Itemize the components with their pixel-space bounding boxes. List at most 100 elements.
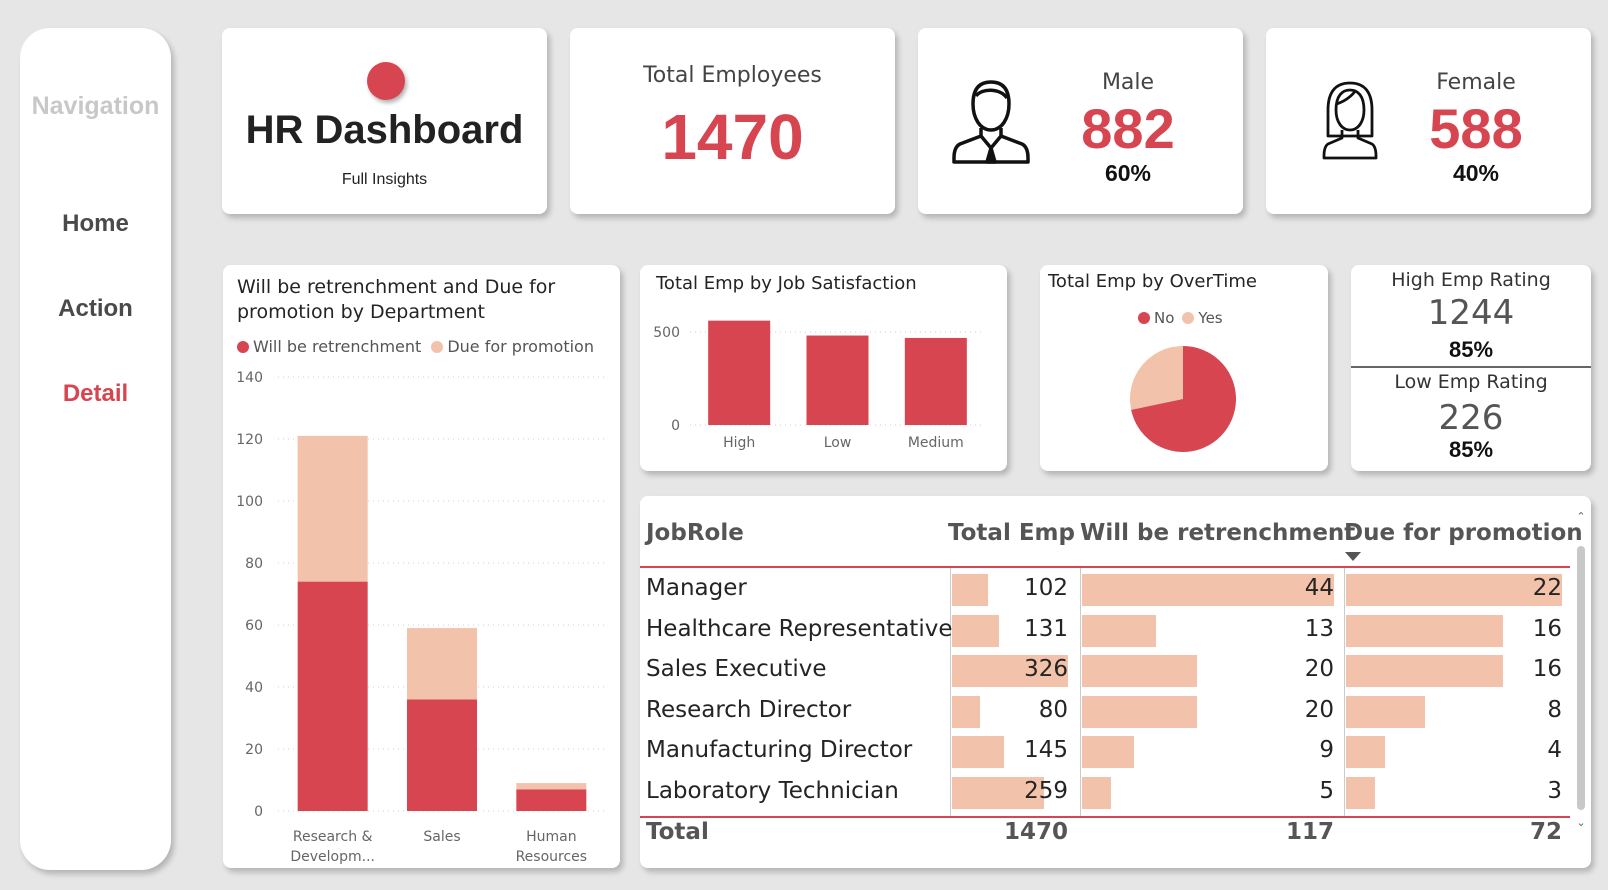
y-tick-label: 40 <box>245 680 263 696</box>
high-rating-label: High Emp Rating <box>1391 269 1551 291</box>
low-rating-percent: 85% <box>1448 437 1494 462</box>
job-satisfaction-bar-chart: 0 500 High Low Medium <box>653 320 985 451</box>
page-subtitle: Full Insights <box>341 171 428 188</box>
jobrole-cell[interactable]: Sales Executive <box>646 656 827 682</box>
rating-card: High Emp Rating 1244 85% Low Emp Rating … <box>1351 265 1591 471</box>
retrenchment-cell: 44 <box>1304 575 1334 601</box>
total-label: Total <box>646 819 709 845</box>
scrollbar[interactable]: ⌃ ⌄ <box>1574 510 1588 832</box>
female-card: Female 588 40% <box>1266 28 1591 214</box>
header-underline <box>640 566 1570 568</box>
x-tick-label: Medium <box>908 435 964 451</box>
nav-item-home[interactable]: Home <box>20 210 171 238</box>
x-tick-label: Human <box>526 829 577 845</box>
rating-divider <box>1351 366 1591 368</box>
promotion-cell: 3 <box>1547 777 1562 804</box>
scroll-down-icon[interactable]: ⌄ <box>1574 816 1588 830</box>
overtime-card: Total Emp by OverTime No Yes <box>1040 265 1328 471</box>
retrenchment-cell: 9 <box>1319 737 1334 763</box>
male-label: Male <box>1101 70 1155 95</box>
x-tick-label: Developm... <box>290 849 375 865</box>
department-chart-card: Will be retrenchment and Due for promoti… <box>223 265 620 868</box>
retrenchment-cell: 20 <box>1304 656 1334 682</box>
y-tick-label: 20 <box>245 742 263 758</box>
total-divider <box>640 816 1570 818</box>
logo-dot-icon <box>367 62 405 100</box>
retrenchment-bar[interactable] <box>297 581 368 811</box>
promotion-cell: 8 <box>1547 696 1562 723</box>
promotion-cell: 4 <box>1547 737 1562 763</box>
total-emp-value: 1470 <box>1003 819 1068 845</box>
low-rating-value: 226 <box>1438 398 1504 438</box>
scrollbar-thumb[interactable] <box>1577 546 1585 810</box>
nav-item-action[interactable]: Action <box>20 295 171 323</box>
low-rating-label: Low Emp Rating <box>1394 371 1548 393</box>
retrenchment-bar[interactable] <box>407 699 477 811</box>
retrenchment-cell: 13 <box>1304 615 1334 642</box>
total-emp-cell: 259 <box>1024 777 1068 804</box>
y-tick-label: 0 <box>671 418 680 434</box>
total-emp-cell: 102 <box>1024 575 1068 601</box>
male-percent: 60% <box>1104 160 1152 186</box>
jobrole-cell[interactable]: Manager <box>646 575 747 601</box>
jobrole-cell[interactable]: Laboratory Technician <box>646 778 899 804</box>
department-bar-chart: 0 20 40 60 80 100 120 140 Research & Developm... S… <box>236 370 606 865</box>
male-card: Male 882 60% <box>918 28 1243 214</box>
page-title: HR Dashboard <box>245 108 524 152</box>
y-tick-label: 140 <box>236 370 263 386</box>
promotion-bar[interactable] <box>407 628 477 700</box>
nav-title: Navigation <box>31 92 160 120</box>
col-header-jobrole[interactable]: JobRole <box>646 520 744 546</box>
female-value: 588 <box>1429 97 1523 160</box>
sort-descending-icon[interactable] <box>1345 552 1361 561</box>
satisfaction-bar[interactable] <box>806 335 869 425</box>
high-rating-value: 1244 <box>1427 293 1515 333</box>
x-tick-label: Research & <box>293 829 373 845</box>
nav-item-detail[interactable]: Detail <box>20 380 171 408</box>
col-header-retrenchment[interactable]: Will be retrenchment <box>1080 520 1355 546</box>
x-tick-label: High <box>723 435 755 451</box>
female-percent: 40% <box>1452 160 1500 186</box>
retrenchment-cell: 5 <box>1319 777 1334 804</box>
satisfaction-bar[interactable] <box>904 337 967 425</box>
jobrole-cell[interactable]: Manufacturing Director <box>646 737 912 763</box>
total-emp-cell: 326 <box>1024 656 1068 682</box>
y-tick-label: 0 <box>254 804 263 820</box>
promotion-cell: 16 <box>1532 615 1562 642</box>
jobrole-cell[interactable]: Research Director <box>646 697 851 723</box>
female-label: Female <box>1436 70 1516 95</box>
total-employees-card: Total Employees 1470 <box>570 28 895 214</box>
y-tick-label: 500 <box>653 325 680 341</box>
promotion-cell: 16 <box>1532 656 1562 682</box>
total-retrenchment-value: 117 <box>1285 819 1334 845</box>
col-header-total-emp[interactable]: Total Emp <box>948 520 1075 546</box>
overtime-pie-chart <box>1130 346 1236 452</box>
y-tick-label: 60 <box>245 618 263 634</box>
y-tick-label: 120 <box>236 432 263 448</box>
retrenchment-cell: 20 <box>1304 696 1334 723</box>
jobrole-cell[interactable]: Healthcare Representative <box>646 616 952 642</box>
total-promotion-value: 72 <box>1529 819 1562 845</box>
title-card: HR Dashboard Full Insights <box>222 28 547 214</box>
navigation-panel: Navigation Home Action Detail <box>20 28 171 870</box>
total-employees-value: 1470 <box>661 101 804 173</box>
pie-slice-yes[interactable] <box>1130 346 1183 410</box>
satisfaction-bar[interactable] <box>708 320 771 425</box>
female-user-icon <box>1322 81 1378 160</box>
y-tick-label: 100 <box>236 494 263 510</box>
x-tick-label: Low <box>824 435 852 451</box>
scroll-up-icon[interactable]: ⌃ <box>1574 510 1588 524</box>
total-employees-label: Total Employees <box>643 63 822 88</box>
job-satisfaction-card: Total Emp by Job Satisfaction 0 500 High Lo… <box>640 265 1007 471</box>
male-user-icon <box>952 80 1030 164</box>
promotion-bar[interactable] <box>516 783 587 790</box>
promotion-cell: 22 <box>1532 575 1562 601</box>
x-tick-label: Resources <box>516 849 588 865</box>
y-tick-label: 80 <box>245 556 263 572</box>
promotion-bar[interactable] <box>297 435 368 582</box>
retrenchment-bar[interactable] <box>516 789 587 811</box>
total-emp-cell: 80 <box>1038 696 1068 723</box>
jobrole-table-card: JobRole Total Emp Will be retrenchment D… <box>640 496 1591 868</box>
col-header-promotion[interactable]: Due for promotion <box>1344 520 1583 546</box>
x-tick-label: Sales <box>423 829 460 845</box>
